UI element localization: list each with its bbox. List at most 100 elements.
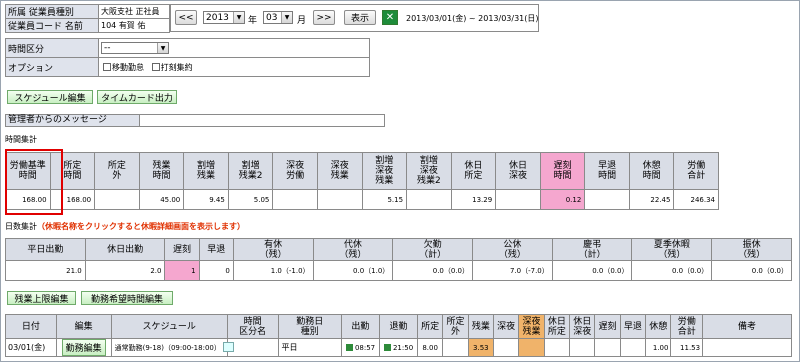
time-value-7 xyxy=(316,189,363,210)
month-unit: 月 xyxy=(297,16,307,26)
date-range: 2013/03/01(金) ~ 2013/03/31(日) xyxy=(406,14,539,23)
timecard-window: 所属 従業員種別 大阪支社 正社員 従業員コード 名前 104 有賀 佑 時間区… xyxy=(0,0,800,362)
time-value-6 xyxy=(272,189,318,210)
stamp-icon xyxy=(383,343,391,351)
month-value: 03 xyxy=(266,12,278,23)
code-label: 従業員コード xyxy=(8,22,63,32)
work-edit-button[interactable]: 勤務編集 xyxy=(61,339,106,356)
time-header-8: 割増 深夜 残業 xyxy=(361,152,408,190)
time-header-11: 休日 深夜 xyxy=(495,152,541,190)
row-time-division xyxy=(226,338,279,357)
time-header-7: 深夜 残業 xyxy=(316,152,363,190)
row-night-overtime xyxy=(518,338,545,357)
hope-time-edit-button[interactable]: 勤務希望時間編集 xyxy=(81,291,173,305)
row-early xyxy=(619,338,647,357)
time-value-12: 0.12 xyxy=(539,189,586,210)
time-value-5: 5.05 xyxy=(227,189,274,210)
row-day-type: 平日 xyxy=(277,338,342,357)
schedule-edit-button[interactable]: スケジュール編集 xyxy=(7,90,93,104)
row-schedule-cell: 通常勤務(9-18)（09:00-18:00） xyxy=(110,338,235,357)
day-value-9: 0.0（0.0） xyxy=(631,260,713,281)
day-summary-note: （休暇名称をクリックすると休暇詳細画面を表示します） xyxy=(37,222,245,231)
detail-header-3: 時間 区分名 xyxy=(226,314,279,339)
employee-type-label: 従業員種別 xyxy=(28,8,74,18)
year-value: 2013 xyxy=(206,12,229,23)
day-header-3: 早退 xyxy=(198,238,234,261)
detail-header-18: 備考 xyxy=(702,314,792,339)
overtime-limit-edit-button[interactable]: 残業上限編集 xyxy=(7,291,76,305)
affiliation-label: 所属 xyxy=(8,8,27,18)
day-header-10: 振休 （残） xyxy=(711,238,792,261)
time-summary-table: 労働基準 時間 所定 時間 所定 外残業 時間 割増 残業 割増 残業2 深夜 労働 深夜 … xyxy=(5,152,719,210)
day-header-4: 有休 （残） xyxy=(232,238,314,261)
time-value-2 xyxy=(94,189,140,210)
time-header-12: 遅刻 時間 xyxy=(539,152,586,190)
row-in-time: 08:57 xyxy=(354,343,376,352)
detail-header-14: 遅刻 xyxy=(594,314,621,339)
time-value-4: 9.45 xyxy=(183,189,229,210)
day-header-6: 欠勤 （計） xyxy=(392,238,474,261)
detail-header-0: 日付 xyxy=(5,314,57,339)
row-total: 11.53 xyxy=(670,338,704,357)
schedule-color-swatch xyxy=(223,342,235,352)
row-schedule: 通常勤務(9-18)（09:00-18:00） xyxy=(114,344,221,352)
time-value-10: 13.29 xyxy=(450,189,497,210)
time-value-15: 246.34 xyxy=(673,189,719,210)
day-summary-value-row: 21.0 2.0 1 0 1.0（-1.0） 0.0（1.0） 0.0（0.0） 7.0（-7… xyxy=(5,260,792,281)
year-select[interactable]: 2013 ▼ xyxy=(203,11,245,24)
time-value-8: 5.15 xyxy=(361,189,408,210)
detail-header-15: 早退 xyxy=(619,314,647,339)
code-name-value: 104 有賀 佑 xyxy=(98,18,170,33)
timecard-output-button[interactable]: タイムカード出力 xyxy=(97,90,177,104)
time-header-4: 割増 残業 xyxy=(183,152,229,190)
time-header-3: 残業 時間 xyxy=(138,152,185,190)
day-header-5: 代休 （残） xyxy=(312,238,394,261)
option-label: オプション xyxy=(5,57,99,77)
detail-header-13: 休日 深夜 xyxy=(569,314,596,339)
row-remarks xyxy=(702,338,792,357)
move-attendance-checkbox[interactable] xyxy=(103,62,111,71)
daily-detail-table: 日付 編集 スケジュール 時間 区分名 勤務日 種別 出勤 退勤 所定 所定 外残業 深夜 深夜 残… xyxy=(5,314,792,357)
admin-message-label: 管理者からのメッセージ xyxy=(6,115,140,126)
row-night xyxy=(492,338,520,357)
time-header-2: 所定 外 xyxy=(94,152,140,190)
stamp-aggregate-checkbox[interactable] xyxy=(151,62,160,71)
next-month-button[interactable]: >> xyxy=(313,10,335,25)
time-summary-header-row: 労働基準 時間 所定 時間 所定 外残業 時間 割増 残業 割増 残業2 深夜 労働 深夜 … xyxy=(5,152,719,190)
affiliation-value: 大阪支社 正社員 xyxy=(98,4,170,19)
day-summary-header-row: 平日出勤 休日出勤 遅刻 早退 有休 （残） 代休 （残） 欠勤 （計） 公休 （残） 慶弔 （… xyxy=(5,238,792,261)
time-header-10: 休日 所定 xyxy=(450,152,497,190)
time-value-14: 22.45 xyxy=(628,189,675,210)
time-header-5: 割増 残業2 xyxy=(227,152,274,190)
day-summary-table: 平日出勤 休日出勤 遅刻 早退 有休 （残） 代休 （残） 欠勤 （計） 公休 （残） 慶弔 （… xyxy=(5,238,792,281)
show-button[interactable]: 表示 xyxy=(344,10,376,25)
time-division-select[interactable]: -- ▼ xyxy=(101,42,169,54)
day-header-1: 休日出勤 xyxy=(84,238,166,261)
code-name-header: 従業員コード 名前 xyxy=(5,18,99,33)
detail-header-9: 残業 xyxy=(467,314,495,339)
admin-message-box: 管理者からのメッセージ xyxy=(5,114,385,127)
options-table: 時間区分 オプション 移動勤怠 打刻集約 xyxy=(5,38,370,77)
highlight-box xyxy=(5,149,63,215)
time-header-6: 深夜 労働 xyxy=(272,152,318,190)
detail-header-5: 出勤 xyxy=(340,314,380,339)
detail-header-6: 退勤 xyxy=(378,314,418,339)
option-cell: 移動勤怠 打刻集約 xyxy=(98,57,370,77)
time-header-9: 割増 深夜 残業2 xyxy=(406,152,452,190)
day-summary-title: 日数集計 xyxy=(5,222,37,231)
time-value-13 xyxy=(584,189,630,210)
row-overtime: 3.53 xyxy=(467,338,495,357)
row-date: 03/01(金) xyxy=(5,338,57,357)
time-value-9 xyxy=(406,189,452,210)
name-label: 名前 xyxy=(64,22,83,32)
prev-month-button[interactable]: << xyxy=(175,10,197,25)
chevron-down-icon: ▼ xyxy=(281,12,292,23)
month-select[interactable]: 03 ▼ xyxy=(263,11,293,24)
day-summary-title-row: 日数集計（休暇名称をクリックすると休暇詳細画面を表示します） xyxy=(5,221,245,232)
time-summary-title: 時間集計 xyxy=(5,135,37,144)
chevron-down-icon: ▼ xyxy=(157,43,168,53)
day-value-2: 1 xyxy=(164,260,200,281)
time-division-value: -- xyxy=(104,43,111,53)
admin-message-content xyxy=(140,115,384,126)
excel-icon[interactable]: ✕ xyxy=(382,10,398,25)
